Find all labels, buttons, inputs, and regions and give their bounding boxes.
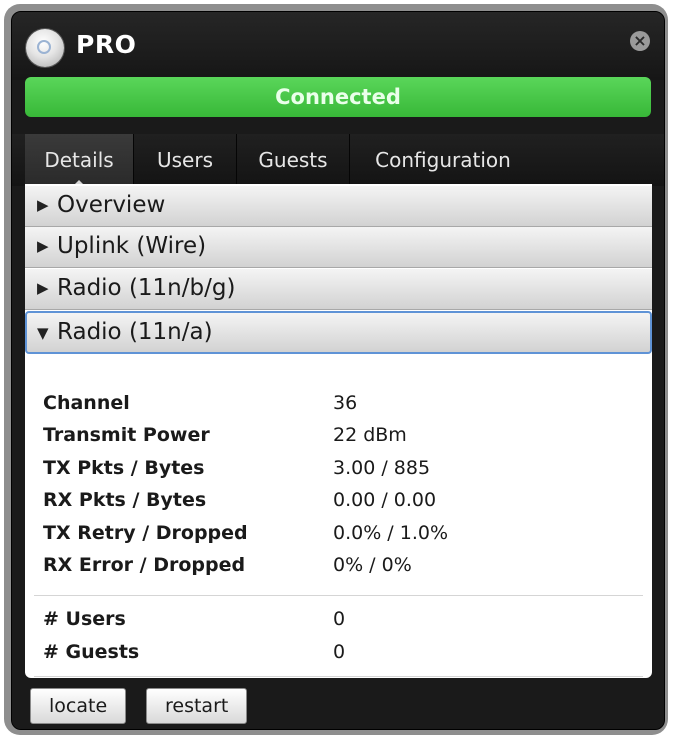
detail-key: Transmit Power (43, 424, 210, 446)
window-title: PRO (76, 30, 137, 59)
detail-value: 0.0% / 1.0% (333, 522, 449, 544)
section-radio-11ng[interactable]: ▶ Radio (11n/b/g) (25, 269, 652, 310)
details-panel: ▶ Overview ▶ Uplink (Wire) ▶ Radio (11n/… (25, 184, 652, 678)
tab-configuration[interactable]: Configuration (350, 134, 536, 186)
detail-key: RX Pkts / Bytes (43, 489, 207, 511)
section-label: Radio (11n/a) (57, 319, 213, 345)
detail-key: TX Pkts / Bytes (43, 457, 205, 479)
detail-value: 0 (333, 608, 346, 630)
ubiquiti-logo-icon (26, 29, 64, 67)
tab-bar: Details Users Guests Configuration (12, 134, 664, 187)
section-uplink[interactable]: ▶ Uplink (Wire) (25, 227, 652, 268)
section-label: Overview (57, 192, 166, 218)
section-label: Radio (11n/b/g) (57, 275, 236, 301)
ap-details-window: PRO × Connected Details Users Guests Con… (11, 11, 665, 730)
locate-button[interactable]: locate (30, 688, 127, 724)
expand-arrow-icon: ▶ (37, 196, 49, 214)
detail-value: 22 dBm (333, 424, 407, 446)
detail-value: 0.00 / 0.00 (333, 489, 437, 511)
footer-bar: locate restart (12, 678, 664, 729)
detail-key: RX Error / Dropped (43, 554, 246, 576)
restart-button[interactable]: restart (146, 688, 248, 724)
tab-users[interactable]: Users (134, 134, 237, 186)
connection-status-bar: Connected (25, 77, 651, 117)
expand-arrow-icon: ▶ (37, 237, 49, 255)
title-bar: PRO × (12, 12, 664, 80)
detail-value: 3.00 / 885 (333, 457, 431, 479)
tab-guests[interactable]: Guests (237, 134, 350, 186)
divider (34, 595, 643, 596)
detail-key: Channel (43, 392, 130, 414)
detail-key: # Users (43, 608, 126, 630)
section-label: Uplink (Wire) (57, 233, 207, 259)
tab-details[interactable]: Details (25, 134, 134, 187)
collapse-arrow-icon: ▼ (37, 324, 49, 342)
detail-value: 0% / 0% (333, 554, 412, 576)
detail-key: # Guests (43, 641, 140, 663)
section-radio-11na[interactable]: ▼ Radio (11n/a) (25, 311, 652, 354)
detail-value: 0 (333, 641, 346, 663)
expand-arrow-icon: ▶ (37, 279, 49, 297)
detail-key: TX Retry / Dropped (43, 522, 248, 544)
section-overview[interactable]: ▶ Overview (25, 186, 652, 227)
close-icon[interactable]: × (630, 31, 650, 51)
divider (34, 676, 643, 677)
detail-value: 36 (333, 392, 358, 414)
